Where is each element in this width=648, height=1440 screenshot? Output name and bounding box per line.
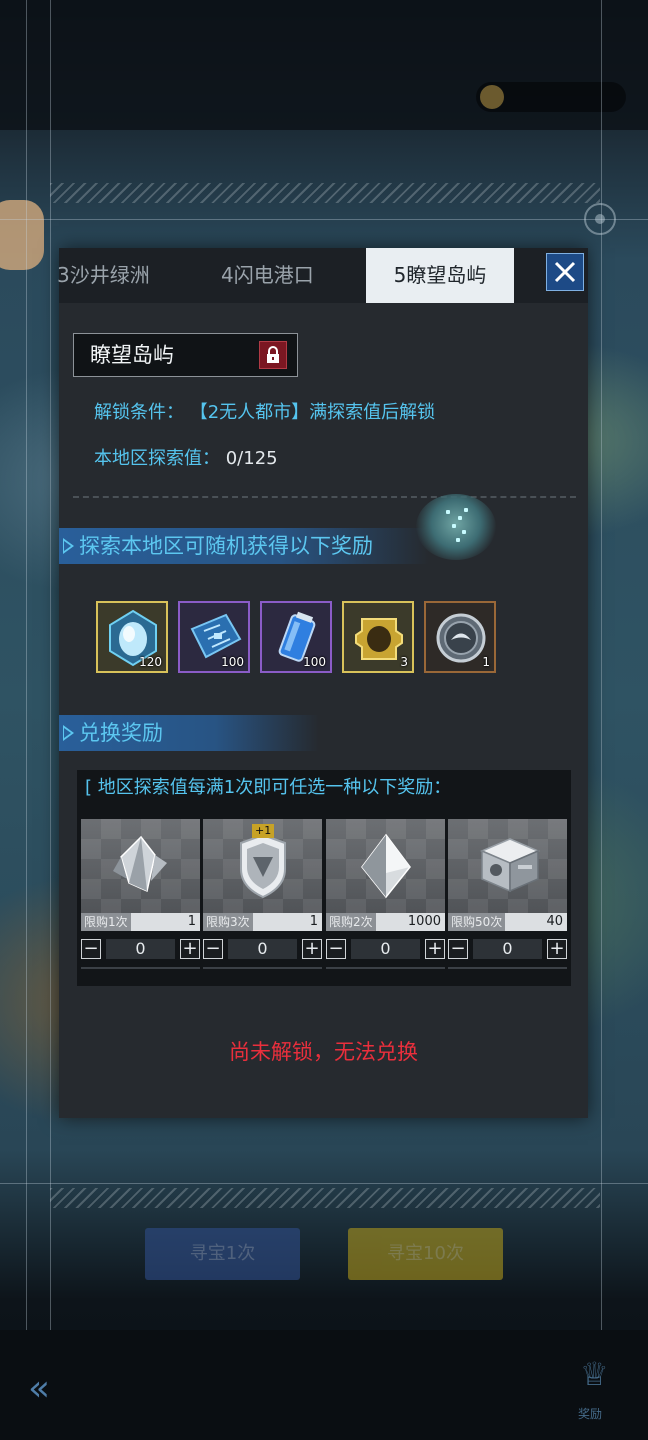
tab-region-3[interactable]: 3沙井绿洲 xyxy=(57,248,150,303)
currency-pill xyxy=(476,82,626,112)
glowing-orb-icon xyxy=(416,494,496,560)
quantity-value[interactable]: 0 xyxy=(351,939,420,959)
divider xyxy=(203,967,322,969)
decrement-button[interactable]: − xyxy=(203,939,223,959)
reward-item[interactable]: 1 xyxy=(424,601,496,673)
unlock-condition-text: 【2无人都市】满探索值后解锁 xyxy=(189,402,436,423)
silver-octahedron-icon xyxy=(361,833,411,899)
purchase-limit: 限购3次 1 xyxy=(203,913,322,931)
limit-label: 限购3次 xyxy=(203,913,253,931)
quantity-stepper: − 0 + xyxy=(81,939,200,961)
exchange-item-image xyxy=(326,819,445,915)
treasure-ten-button[interactable]: 寻宝10次 xyxy=(348,1228,503,1280)
divider xyxy=(326,967,445,969)
locked-message: 尚未解锁，无法兑换 xyxy=(229,1040,418,1064)
increment-button[interactable]: + xyxy=(425,939,445,959)
increment-button[interactable]: + xyxy=(180,939,200,959)
quantity-stepper: − 0 + xyxy=(326,939,445,961)
quantity-value[interactable]: 0 xyxy=(473,939,542,959)
item-price: 1 xyxy=(309,914,318,929)
reward-item[interactable]: 3 xyxy=(342,601,414,673)
exchange-item-image xyxy=(448,819,567,915)
exploration-label: 本地区探索值： xyxy=(94,448,220,469)
increment-button[interactable]: + xyxy=(547,939,567,959)
unlock-condition: 解锁条件： 【2无人都市】满探索值后解锁 xyxy=(94,398,435,424)
exchange-panel: [ 地区探索值每满1次即可任选一种以下奖励： 限购1次 1 − 0 + +1 限… xyxy=(77,770,571,986)
exchange-item[interactable]: 限购1次 1 − 0 + xyxy=(81,819,200,969)
reward-quantity: 100 xyxy=(303,655,326,669)
reward-item[interactable]: 100 xyxy=(260,601,332,673)
region-tabs: 3沙井绿洲 4闪电港口 5瞭望岛屿 xyxy=(57,248,588,303)
decrement-button[interactable]: − xyxy=(81,939,101,959)
limit-label: 限购50次 xyxy=(448,913,506,931)
reward-quantity: 100 xyxy=(221,655,244,669)
back-double-chevron-icon[interactable]: « xyxy=(28,1368,50,1409)
target-icon xyxy=(584,203,616,235)
decrement-button[interactable]: − xyxy=(448,939,468,959)
item-price: 1000 xyxy=(407,914,441,929)
item-price: 40 xyxy=(546,914,563,929)
tab-region-4[interactable]: 4闪电港口 xyxy=(221,248,314,303)
lock-icon xyxy=(259,341,287,369)
quantity-stepper: − 0 + xyxy=(203,939,322,961)
bonus-badge: +1 xyxy=(252,824,275,838)
increment-button[interactable]: + xyxy=(302,939,322,959)
reward-quantity: 3 xyxy=(400,655,408,669)
reward-quantity: 1 xyxy=(482,655,490,669)
item-price: 1 xyxy=(187,914,196,929)
exchange-item[interactable]: 限购50次 40 − 0 + xyxy=(448,819,567,969)
limit-label: 限购1次 xyxy=(81,913,131,931)
quantity-stepper: − 0 + xyxy=(448,939,567,961)
limit-label: 限购2次 xyxy=(326,913,376,931)
hatch-divider-top xyxy=(50,183,600,203)
random-rewards-header: 探索本地区可随机获得以下奖励 xyxy=(59,528,429,564)
exchange-header: 兑换奖励 xyxy=(59,715,319,751)
quantity-value[interactable]: 0 xyxy=(228,939,297,959)
exchange-title: 兑换奖励 xyxy=(79,721,163,745)
purchase-limit: 限购1次 1 xyxy=(81,913,200,931)
supply-crate-icon xyxy=(480,838,540,893)
tab-region-5[interactable]: 5瞭望岛屿 xyxy=(366,248,514,303)
reward-item[interactable]: 100 xyxy=(178,601,250,673)
coin-icon xyxy=(480,85,504,109)
purchase-limit: 限购2次 1000 xyxy=(326,913,445,931)
reward-item[interactable]: 120 xyxy=(96,601,168,673)
trophy-icon[interactable]: ♕ xyxy=(580,1355,609,1393)
purchase-limit: 限购50次 40 xyxy=(448,913,567,931)
frame-line xyxy=(0,219,648,220)
frame-line xyxy=(50,0,51,1440)
hatch-divider-bottom xyxy=(50,1188,600,1208)
unlock-condition-label: 解锁条件： xyxy=(94,402,184,423)
exchange-item-image: +1 xyxy=(203,819,322,915)
exchange-subtitle: [ 地区探索值每满1次即可任选一种以下奖励： xyxy=(85,777,452,798)
exchange-item-image xyxy=(81,819,200,915)
exploration-number: 0/125 xyxy=(225,448,278,469)
close-button[interactable] xyxy=(546,253,584,291)
divider xyxy=(73,496,576,498)
side-avatar xyxy=(0,200,44,270)
exchange-item[interactable]: 限购2次 1000 − 0 + xyxy=(326,819,445,969)
bottom-bar-background xyxy=(0,1330,648,1440)
frame-line xyxy=(0,1183,648,1184)
divider xyxy=(448,967,567,969)
triangle-icon xyxy=(63,538,74,554)
region-name-box: 瞭望岛屿 xyxy=(73,333,298,377)
trophy-label: 奖励 xyxy=(578,1407,603,1421)
decrement-button[interactable]: − xyxy=(326,939,346,959)
reward-quantity: 120 xyxy=(139,655,162,669)
quantity-value[interactable]: 0 xyxy=(106,939,175,959)
region-name: 瞭望岛屿 xyxy=(90,343,174,367)
shield-chip-icon xyxy=(240,833,286,899)
divider xyxy=(81,967,200,969)
treasure-once-button[interactable]: 寻宝1次 xyxy=(145,1228,300,1280)
region-dialog: 3沙井绿洲 4闪电港口 5瞭望岛屿 瞭望岛屿 解锁条件： 【2无人都市】满探索值… xyxy=(57,248,588,1118)
exchange-item[interactable]: +1 限购3次 1 − 0 + xyxy=(203,819,322,969)
frame-line xyxy=(26,0,27,1440)
close-icon xyxy=(554,261,576,283)
random-rewards-title: 探索本地区可随机获得以下奖励 xyxy=(79,534,373,558)
exploration-value: 本地区探索值： 0/125 xyxy=(94,444,278,470)
triangle-icon xyxy=(63,725,74,741)
crystal-cluster-icon xyxy=(113,835,167,893)
